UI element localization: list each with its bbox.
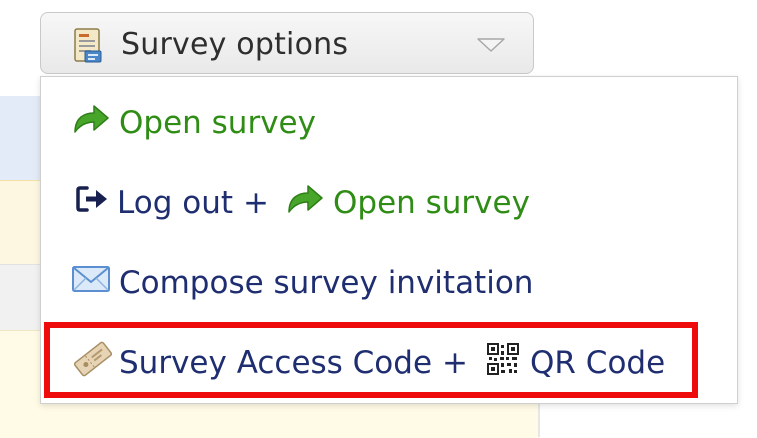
green-arrow-icon [71, 102, 111, 144]
logout-label: Log out [117, 185, 233, 221]
menu-item-open-survey[interactable]: Open survey [41, 83, 737, 163]
envelope-icon [71, 264, 111, 302]
qr-code-icon [486, 342, 520, 384]
access-code-label: Survey Access Code [119, 345, 433, 381]
open-survey-label: Open survey [332, 185, 530, 221]
open-survey-label: Open survey [119, 105, 316, 141]
menu-item-logout-open-survey[interactable]: Log out + Open survey [41, 163, 737, 243]
survey-options-label: Survey options [121, 27, 349, 62]
plus-separator: + [442, 345, 469, 381]
ticket-icon [71, 339, 115, 387]
plus-separator: + [243, 185, 269, 221]
green-arrow-icon [285, 182, 325, 224]
menu-item-compose-invitation[interactable]: Compose survey invitation [41, 243, 737, 323]
logout-icon [75, 184, 111, 222]
compose-invitation-label: Compose survey invitation [119, 265, 534, 301]
menu-item-access-code-qr[interactable]: Survey Access Code + QR Code [41, 323, 737, 403]
survey-options-menu: Open survey Log out + Open survey Compos… [40, 76, 738, 404]
survey-document-icon [71, 27, 105, 69]
qr-code-label: QR Code [530, 345, 666, 381]
caret-down-icon [476, 37, 506, 57]
survey-options-button[interactable]: Survey options [40, 12, 534, 74]
